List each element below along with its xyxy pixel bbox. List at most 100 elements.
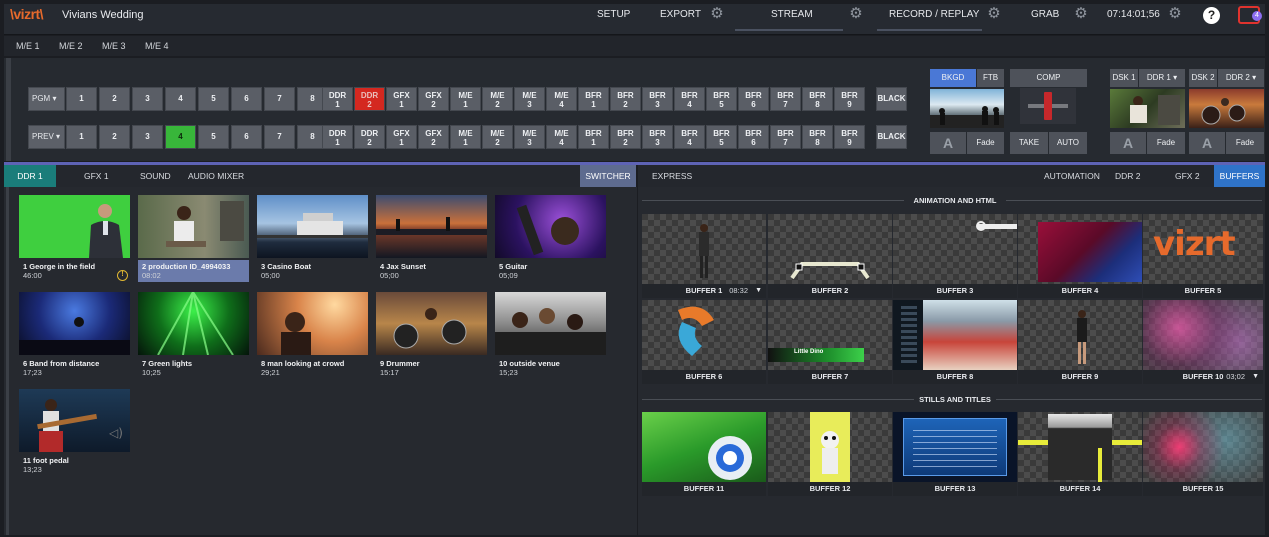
- pgm-input-6-button[interactable]: 6: [231, 87, 262, 111]
- auto-button[interactable]: AUTO: [1049, 132, 1087, 154]
- prev-row-label[interactable]: PREV ▾: [28, 125, 65, 149]
- dsk1-fade-button[interactable]: Fade: [1147, 132, 1185, 154]
- pgm-ddr1-button[interactable]: DDR 1: [322, 87, 353, 111]
- pgm-gfx1-button[interactable]: GFX 1: [386, 87, 417, 111]
- prev-gfx1-button[interactable]: GFX 1: [386, 125, 417, 149]
- tab-me3[interactable]: M/E 3: [102, 41, 126, 51]
- pgm-bfr3-button[interactable]: BFR 3: [642, 87, 673, 111]
- export-menu[interactable]: EXPORT: [660, 9, 701, 20]
- buffer-item[interactable]: BUFFER 1 08:32 ▼: [642, 214, 766, 298]
- buffer-item[interactable]: BUFFER 8: [893, 300, 1017, 384]
- pgm-input-3-button[interactable]: 3: [132, 87, 163, 111]
- prev-bfr5-button[interactable]: BFR 5: [706, 125, 737, 149]
- pgm-bfr1-button[interactable]: BFR 1: [578, 87, 609, 111]
- buffer-item[interactable]: BUFFER 11: [642, 412, 766, 496]
- buffer-item[interactable]: BUFFER 9: [1018, 300, 1142, 384]
- buffer-item[interactable]: BUFFER 15: [1143, 412, 1263, 496]
- tab-switcher[interactable]: SWITCHER: [580, 165, 636, 187]
- prev-input-1-button[interactable]: 1: [66, 125, 97, 149]
- stream-menu[interactable]: STREAM: [771, 9, 813, 20]
- grab-gear-icon[interactable]: ⚙: [1073, 6, 1089, 22]
- dsk1-button[interactable]: DSK 1: [1110, 69, 1138, 87]
- prev-gfx2-button[interactable]: GFX 2: [418, 125, 449, 149]
- tab-ddr1[interactable]: DDR 1: [4, 165, 56, 187]
- take-button[interactable]: TAKE: [1010, 132, 1048, 154]
- setup-menu[interactable]: SETUP: [597, 9, 630, 20]
- comp-button[interactable]: COMP: [1010, 69, 1087, 87]
- tab-automation[interactable]: AUTOMATION: [1044, 165, 1100, 187]
- prev-ddr1-button[interactable]: DDR 1: [322, 125, 353, 149]
- prev-black-button[interactable]: BLACK: [876, 125, 907, 149]
- prev-me3-button[interactable]: M/E 3: [514, 125, 545, 149]
- pgm-me1-button[interactable]: M/E 1: [450, 87, 481, 111]
- prev-me1-button[interactable]: M/E 1: [450, 125, 481, 149]
- buffer-item[interactable]: BUFFER 2: [768, 214, 892, 298]
- prev-input-4-button[interactable]: 4: [165, 125, 196, 149]
- tab-me4[interactable]: M/E 4: [145, 41, 169, 51]
- pgm-bfr9-button[interactable]: BFR 9: [834, 87, 865, 111]
- record-replay-menu[interactable]: RECORD / REPLAY: [889, 9, 979, 20]
- prev-me4-button[interactable]: M/E 4: [546, 125, 577, 149]
- tab-me2[interactable]: M/E 2: [59, 41, 83, 51]
- clip-item[interactable]: 4 Jax Sunset 05;00: [376, 195, 487, 282]
- prev-bfr1-button[interactable]: BFR 1: [578, 125, 609, 149]
- dropdown-caret-icon[interactable]: ▼: [1252, 370, 1259, 384]
- tbar-handle[interactable]: [1044, 92, 1052, 120]
- buffer-item[interactable]: BUFFER 14: [1018, 412, 1142, 496]
- pgm-bfr6-button[interactable]: BFR 6: [738, 87, 769, 111]
- prev-bfr2-button[interactable]: BFR 2: [610, 125, 641, 149]
- pgm-row-label[interactable]: PGM ▾: [28, 87, 65, 111]
- prev-ddr2-button[interactable]: DDR 2: [354, 125, 385, 149]
- pgm-input-1-button[interactable]: 1: [66, 87, 97, 111]
- record-gear-icon[interactable]: ⚙: [986, 6, 1002, 22]
- tab-me1[interactable]: M/E 1: [16, 41, 40, 51]
- pgm-input-5-button[interactable]: 5: [198, 87, 229, 111]
- buffer-item[interactable]: Little Dino BUFFER 7: [768, 300, 892, 384]
- prev-input-2-button[interactable]: 2: [99, 125, 130, 149]
- buffer-item[interactable]: vizrt BUFFER 5: [1143, 214, 1263, 298]
- dsk2-source-select[interactable]: DDR 2 ▾: [1218, 69, 1264, 87]
- pgm-black-button[interactable]: BLACK: [876, 87, 907, 111]
- pgm-input-4-button[interactable]: 4: [165, 87, 196, 111]
- dropdown-caret-icon[interactable]: ▼: [755, 284, 762, 298]
- pgm-me4-button[interactable]: M/E 4: [546, 87, 577, 111]
- tab-audio-mixer[interactable]: AUDIO MIXER: [188, 165, 244, 187]
- dsk1-source-select[interactable]: DDR 1 ▾: [1139, 69, 1185, 87]
- prev-input-7-button[interactable]: 7: [264, 125, 295, 149]
- pgm-bfr5-button[interactable]: BFR 5: [706, 87, 737, 111]
- clip-item[interactable]: 8 man looking at crowd 29;21: [257, 292, 368, 379]
- clip-item[interactable]: 10 outside venue 15;23: [495, 292, 606, 379]
- pgm-bfr7-button[interactable]: BFR 7: [770, 87, 801, 111]
- tab-express[interactable]: EXPRESS: [652, 165, 692, 187]
- prev-bfr6-button[interactable]: BFR 6: [738, 125, 769, 149]
- prev-bfr7-button[interactable]: BFR 7: [770, 125, 801, 149]
- clock-gear-icon[interactable]: ⚙: [1167, 6, 1183, 22]
- buffer-item[interactable]: BUFFER 6: [642, 300, 766, 384]
- pgm-input-7-button[interactable]: 7: [264, 87, 295, 111]
- tab-ddr2[interactable]: DDR 2: [1115, 165, 1141, 187]
- prev-input-6-button[interactable]: 6: [231, 125, 262, 149]
- pgm-bfr2-button[interactable]: BFR 2: [610, 87, 641, 111]
- tab-gfx2[interactable]: GFX 2: [1175, 165, 1200, 187]
- bkgd-button[interactable]: BKGD: [930, 69, 976, 87]
- pgm-ddr2-button[interactable]: DDR 2: [354, 87, 385, 111]
- pgm-input-2-button[interactable]: 2: [99, 87, 130, 111]
- prev-bfr8-button[interactable]: BFR 8: [802, 125, 833, 149]
- prev-me2-button[interactable]: M/E 2: [482, 125, 513, 149]
- clip-item[interactable]: 7 Green lights 10;25: [138, 291, 249, 379]
- clip-item[interactable]: 2 production ID_4994033 08:02: [138, 195, 249, 282]
- ftb-button[interactable]: FTB: [977, 69, 1004, 87]
- prev-bfr4-button[interactable]: BFR 4: [674, 125, 705, 149]
- bkgd-fade-button[interactable]: Fade: [967, 132, 1004, 154]
- grab-menu[interactable]: GRAB: [1031, 9, 1059, 20]
- buffer-item[interactable]: BUFFER 4: [1018, 214, 1142, 298]
- help-icon[interactable]: ?: [1203, 7, 1220, 24]
- prev-input-3-button[interactable]: 3: [132, 125, 163, 149]
- prev-input-5-button[interactable]: 5: [198, 125, 229, 149]
- clip-item[interactable]: ◁) 11 foot pedal 13;23: [19, 389, 130, 476]
- export-gear-icon[interactable]: ⚙: [709, 6, 725, 22]
- stream-gear-icon[interactable]: ⚙: [848, 6, 864, 22]
- prev-bfr9-button[interactable]: BFR 9: [834, 125, 865, 149]
- tab-sound[interactable]: SOUND: [140, 165, 171, 187]
- pgm-me3-button[interactable]: M/E 3: [514, 87, 545, 111]
